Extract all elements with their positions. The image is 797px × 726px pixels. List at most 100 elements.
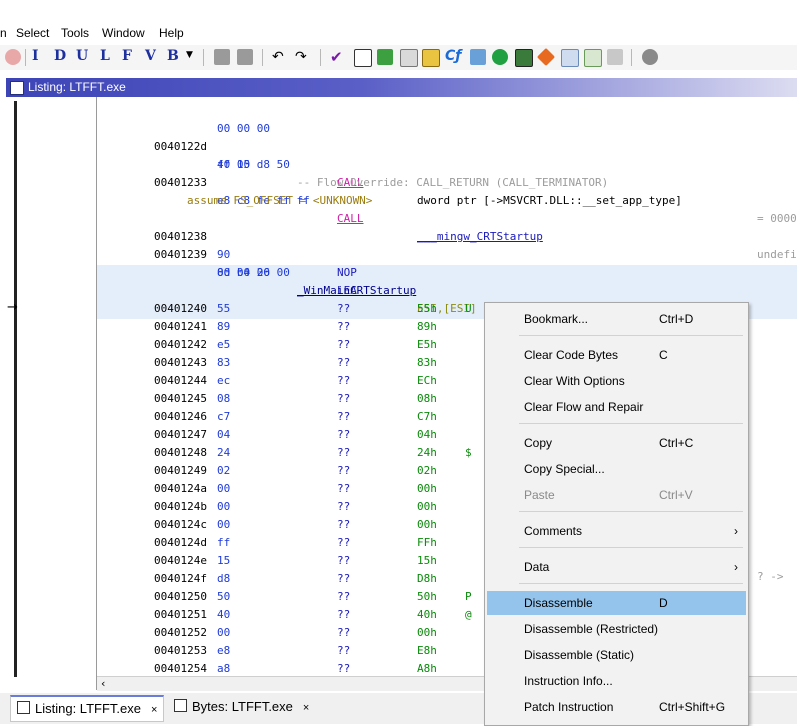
line-bytes: 08: [217, 392, 231, 405]
checkmark-icon[interactable]: ✔: [330, 48, 343, 66]
tab-label: Bytes: LTFFT.exe: [192, 699, 293, 714]
decompile-icon[interactable]: Cƒ: [445, 48, 461, 64]
menu-item-disassemble-restricted[interactable]: Disassemble (Restricted): [487, 617, 746, 641]
diff-icon[interactable]: [214, 49, 230, 65]
line-address: 0040124b: [154, 500, 207, 513]
menu-window[interactable]: Window: [102, 26, 145, 40]
line-operand: 00h: [417, 626, 437, 639]
help-bubble-icon[interactable]: [642, 49, 658, 65]
menu-item-paste[interactable]: Paste Ctrl+V: [487, 483, 746, 507]
close-icon[interactable]: ×: [303, 702, 309, 714]
menu-item-patch-instruction[interactable]: Patch Instruction Ctrl+Shift+G: [487, 695, 746, 719]
code-line[interactable]: 40 00: [97, 138, 797, 171]
line-operand: 00h: [417, 500, 437, 513]
menu-item-clear-with-options[interactable]: Clear With Options: [487, 369, 746, 393]
menu-help[interactable]: Help: [159, 26, 184, 40]
line-address: 00401250: [154, 590, 207, 603]
listing-tab-icon: [17, 701, 30, 714]
line-mnemonic: ??: [337, 356, 351, 369]
dropdown-arrow-icon[interactable]: ▼: [186, 50, 193, 60]
menu-item-bookmark[interactable]: Bookmark... Ctrl+D: [487, 307, 746, 331]
tree-icon[interactable]: [607, 49, 623, 65]
line-operand: 04h: [417, 428, 437, 441]
instruction-letter-icon[interactable]: I: [32, 48, 39, 64]
binary-icon[interactable]: [354, 49, 372, 67]
menu-tools[interactable]: Tools: [61, 26, 89, 40]
listing-icon[interactable]: [400, 49, 418, 67]
menu-item-clear-code-bytes[interactable]: Clear Code Bytes C: [487, 343, 746, 367]
table-icon[interactable]: [561, 49, 579, 67]
close-icon[interactable]: ×: [151, 704, 157, 716]
line-mnemonic: ??: [337, 572, 351, 585]
function-letter-icon[interactable]: F: [122, 48, 132, 64]
run-icon[interactable]: [492, 49, 508, 65]
line-operand: 15h: [417, 554, 437, 567]
line-bytes: ff: [217, 536, 231, 549]
line-bytes: 00: [217, 626, 231, 639]
tab-listing[interactable]: Listing: LTFFT.exe ×: [10, 695, 165, 722]
line-bytes: 04: [217, 428, 231, 441]
stop-icon[interactable]: [5, 49, 21, 65]
code-line[interactable]: 00 00 00: [97, 102, 797, 135]
line-operand[interactable]: dword ptr [->MSVCRT.DLL::__set_app_type]: [417, 192, 682, 210]
listing-left-margin[interactable]: [6, 97, 97, 690]
line-bytes: 00: [217, 500, 231, 513]
line-char: @: [465, 608, 472, 621]
line-mnemonic: ??: [337, 374, 351, 387]
function-label[interactable]: _WinMainCRTStartup: [297, 282, 416, 300]
memory-icon[interactable]: [515, 49, 533, 67]
code-line[interactable]: 0040122d ff 15 d8 50 CALL dword ptr [->M…: [97, 120, 797, 225]
tab-bytes[interactable]: Bytes: LTFFT.exe ×: [168, 695, 315, 719]
line-address: 0040124f: [154, 572, 207, 585]
datatype-icon[interactable]: [422, 49, 440, 67]
line-operand: 50h: [417, 590, 437, 603]
line-mnemonic: ??: [337, 482, 351, 495]
line-mnemonic: ??: [337, 410, 351, 423]
line-mnemonic: ??: [337, 500, 351, 513]
listing-window-titlebar: Listing: LTFFT.exe: [6, 78, 797, 97]
submenu-arrow-icon: ›: [734, 560, 738, 574]
scroll-left-icon[interactable]: ‹: [101, 677, 105, 690]
line-operand: FFh: [417, 536, 437, 549]
menu-item-data[interactable]: Data ›: [487, 555, 746, 579]
merge-icon[interactable]: [237, 49, 253, 65]
menu-item-instruction-info[interactable]: Instruction Info...: [487, 669, 746, 693]
code-line[interactable]: 00401233 e8 c8 fe ff ff CALL ___mingw_CR…: [97, 156, 797, 261]
side-comment: ? ->: [757, 570, 784, 583]
menu-select[interactable]: Select: [16, 26, 49, 40]
menu-item-copy[interactable]: Copy Ctrl+C: [487, 431, 746, 455]
line-address: 00401253: [154, 644, 207, 657]
export-icon[interactable]: [584, 49, 602, 67]
menu-item-comments[interactable]: Comments ›: [487, 519, 746, 543]
menu-navigation[interactable]: n: [0, 26, 7, 40]
menu-item-clear-flow-and-repair[interactable]: Clear Flow and Repair: [487, 395, 746, 419]
code-line[interactable]: 00401239 8d b4 26 00 LEA ESI,[ESI]: [97, 228, 797, 315]
script-icon[interactable]: [536, 47, 556, 67]
line-bytes: e8: [217, 644, 231, 657]
code-line[interactable]: 00 00 00: [97, 246, 797, 279]
graph-icon[interactable]: [470, 49, 486, 65]
menu-item-disassemble[interactable]: Disassemble D: [487, 591, 746, 615]
line-operand: 40h: [417, 608, 437, 621]
line-operand: D8h: [417, 572, 437, 585]
line-operand: 89h: [417, 320, 437, 333]
redo-icon[interactable]: ↷: [295, 49, 307, 65]
line-operand: 55h: [417, 302, 437, 315]
refresh-icon[interactable]: [377, 49, 393, 65]
line-address: 00401246: [154, 410, 207, 423]
code-line[interactable]: 00401238 90 NOP: [97, 210, 797, 279]
undo-icon[interactable]: ↶: [272, 49, 284, 65]
undefined-letter-icon[interactable]: U: [76, 48, 88, 64]
bookmark-letter-icon[interactable]: B: [167, 48, 179, 64]
variable-letter-icon[interactable]: V: [145, 48, 156, 64]
label-letter-icon[interactable]: L: [100, 48, 110, 64]
assume-line[interactable]: assume FS_OFFSET = <UNKNOWN>: [187, 192, 372, 210]
line-mnemonic: ??: [337, 590, 351, 603]
data-letter-icon[interactable]: D: [54, 48, 66, 64]
line-mnemonic[interactable]: NOP: [337, 264, 357, 282]
menu-item-disassemble-static[interactable]: Disassemble (Static): [487, 643, 746, 667]
menu-item-copy-special[interactable]: Copy Special...: [487, 457, 746, 481]
line-address: 0040124d: [154, 536, 207, 549]
line-mnemonic: ??: [337, 518, 351, 531]
line-bytes: 50: [217, 590, 231, 603]
